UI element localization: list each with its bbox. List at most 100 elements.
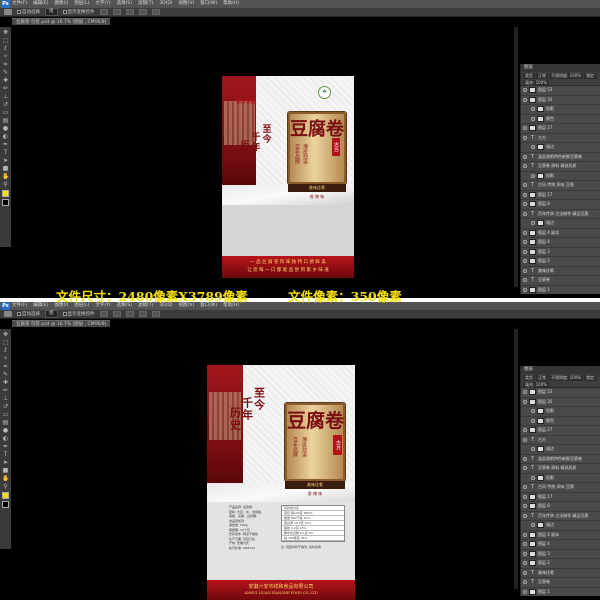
layer-row[interactable]: 图层 3	[521, 550, 600, 559]
shape-icon[interactable]: ■	[2, 166, 9, 172]
align-top-button[interactable]	[99, 9, 108, 15]
checkbox-icon[interactable]	[62, 312, 67, 316]
vertical-scrollbar[interactable]	[514, 329, 518, 589]
visibility-eye-icon[interactable]	[523, 504, 527, 509]
layer-row[interactable]: 投影	[521, 474, 600, 483]
visibility-eye-icon[interactable]	[523, 437, 527, 442]
layer-row[interactable]: 图层 53	[521, 388, 600, 398]
visibility-eye-icon[interactable]	[523, 278, 527, 283]
menu-image[interactable]: 图像(I)	[54, 0, 68, 8]
layer-row[interactable]: T 百年传承 古法制作 精品豆腐	[521, 210, 600, 219]
visibility-eye-icon[interactable]	[523, 88, 527, 93]
hand-icon[interactable]: ✋	[2, 476, 9, 482]
align-top-button[interactable]	[99, 311, 108, 317]
layer-row[interactable]: T 美味佳肴	[521, 569, 600, 578]
pen-icon[interactable]: ✒	[2, 444, 9, 450]
menu-edit[interactable]: 编辑(E)	[33, 302, 48, 310]
crop-icon[interactable]: ⌗	[2, 364, 9, 370]
lasso-icon[interactable]: ℓ	[2, 46, 9, 52]
stamp-icon[interactable]: ⊥	[2, 396, 9, 402]
visibility-eye-icon[interactable]	[523, 390, 527, 395]
brush-icon[interactable]: ✏	[2, 86, 9, 92]
layer-row[interactable]: T 古方	[521, 134, 600, 143]
visibility-eye-icon[interactable]	[531, 447, 535, 452]
background-color-swatch[interactable]	[2, 501, 9, 508]
layer-row[interactable]: T 温县香斯特色新鲜豆腐卷	[521, 153, 600, 162]
visibility-eye-icon[interactable]	[523, 542, 527, 547]
visibility-eye-icon[interactable]	[523, 211, 527, 216]
align-center-button[interactable]	[151, 9, 160, 15]
kind-filter[interactable]: 类型	[523, 73, 535, 79]
checkbox-icon[interactable]	[62, 10, 67, 14]
layer-row[interactable]: 图层 4 副本	[521, 531, 600, 540]
gradient-icon[interactable]: ▤	[2, 118, 9, 124]
layer-row[interactable]: 图层 4	[521, 540, 600, 550]
visibility-eye-icon[interactable]	[523, 192, 527, 197]
visibility-eye-icon[interactable]	[523, 164, 527, 169]
layer-row[interactable]: T 豆腐卷	[521, 578, 600, 588]
menu-select[interactable]: 选择(S)	[117, 0, 132, 8]
align-bottom-button[interactable]	[125, 9, 134, 15]
layer-row[interactable]: T 古风 传统 风味 豆腐	[521, 483, 600, 493]
visibility-eye-icon[interactable]	[523, 551, 527, 556]
history-brush-icon[interactable]: ↺	[2, 102, 9, 108]
visibility-eye-icon[interactable]	[531, 173, 535, 178]
align-middle-button[interactable]	[112, 9, 121, 15]
align-middle-button[interactable]	[112, 311, 121, 317]
layer-row[interactable]: 图层 27	[521, 426, 600, 436]
zoom-icon[interactable]: ⚲	[2, 182, 9, 188]
visibility-eye-icon[interactable]	[523, 589, 527, 594]
layer-row[interactable]: 图层 17	[521, 493, 600, 502]
visibility-eye-icon[interactable]	[523, 456, 527, 461]
magic-wand-icon[interactable]: ✧	[2, 54, 9, 60]
visibility-eye-icon[interactable]	[523, 183, 527, 188]
background-color-swatch[interactable]	[2, 199, 9, 206]
healing-icon[interactable]: ✚	[2, 380, 9, 386]
menu-edit[interactable]: 编辑(E)	[33, 0, 48, 8]
lasso-icon[interactable]: ℓ	[2, 348, 9, 354]
menu-window[interactable]: 窗口(W)	[200, 0, 217, 8]
transform-controls-checkbox[interactable]: 显示变换控件	[62, 311, 95, 317]
menu-view[interactable]: 视图(V)	[179, 0, 195, 8]
align-left-button[interactable]	[138, 9, 147, 15]
eraser-icon[interactable]: ▭	[2, 412, 9, 418]
auto-select-checkbox[interactable]: 自动选择	[17, 9, 40, 15]
visibility-eye-icon[interactable]	[531, 107, 535, 112]
visibility-eye-icon[interactable]	[523, 399, 527, 404]
visibility-eye-icon[interactable]	[531, 418, 535, 423]
visibility-eye-icon[interactable]	[523, 466, 527, 471]
layer-row[interactable]: 图层 3	[521, 248, 600, 257]
checkbox-icon[interactable]	[17, 312, 21, 316]
visibility-eye-icon[interactable]	[523, 494, 527, 499]
layer-row[interactable]: 投影	[521, 407, 600, 417]
layer-row[interactable]: 图层 35	[521, 96, 600, 105]
menu-filter[interactable]: 滤镜(T)	[138, 0, 153, 8]
visibility-eye-icon[interactable]	[523, 249, 527, 254]
dodge-icon[interactable]: ◐	[2, 134, 9, 140]
transform-controls-checkbox[interactable]: 显示变换控件	[62, 9, 95, 15]
layer-row[interactable]: T 百年传承 古法制作 精品豆腐	[521, 512, 600, 521]
visibility-eye-icon[interactable]	[523, 561, 527, 566]
visibility-eye-icon[interactable]	[523, 287, 527, 292]
visibility-eye-icon[interactable]	[523, 485, 527, 490]
menu-layer[interactable]: 图层(L)	[74, 0, 89, 8]
layer-row[interactable]: 图层 2	[521, 257, 600, 267]
menu-file[interactable]: 文件(F)	[12, 302, 27, 310]
visibility-eye-icon[interactable]	[531, 221, 535, 226]
path-select-icon[interactable]: ➤	[2, 158, 9, 164]
type-icon[interactable]: T	[2, 150, 9, 156]
menu-help[interactable]: 帮助(H)	[223, 0, 239, 8]
checkbox-icon[interactable]	[17, 10, 21, 14]
align-center-button[interactable]	[151, 311, 160, 317]
healing-icon[interactable]: ✚	[2, 78, 9, 84]
visibility-eye-icon[interactable]	[523, 154, 527, 159]
blend-mode-select[interactable]: 正常	[536, 73, 548, 79]
layer-row[interactable]: T 豆腐卷	[521, 276, 600, 286]
visibility-eye-icon[interactable]	[523, 428, 527, 433]
blur-icon[interactable]: ●	[2, 428, 9, 434]
layer-row[interactable]: 图层 4 副本	[521, 229, 600, 238]
visibility-eye-icon[interactable]	[523, 135, 527, 140]
document-tab[interactable]: 豆腐卷 包装.psd @ 16.7% (图层 , CMYK/8)	[12, 320, 111, 327]
visibility-eye-icon[interactable]	[523, 513, 527, 518]
eyedropper-icon[interactable]: ✎	[2, 372, 9, 378]
